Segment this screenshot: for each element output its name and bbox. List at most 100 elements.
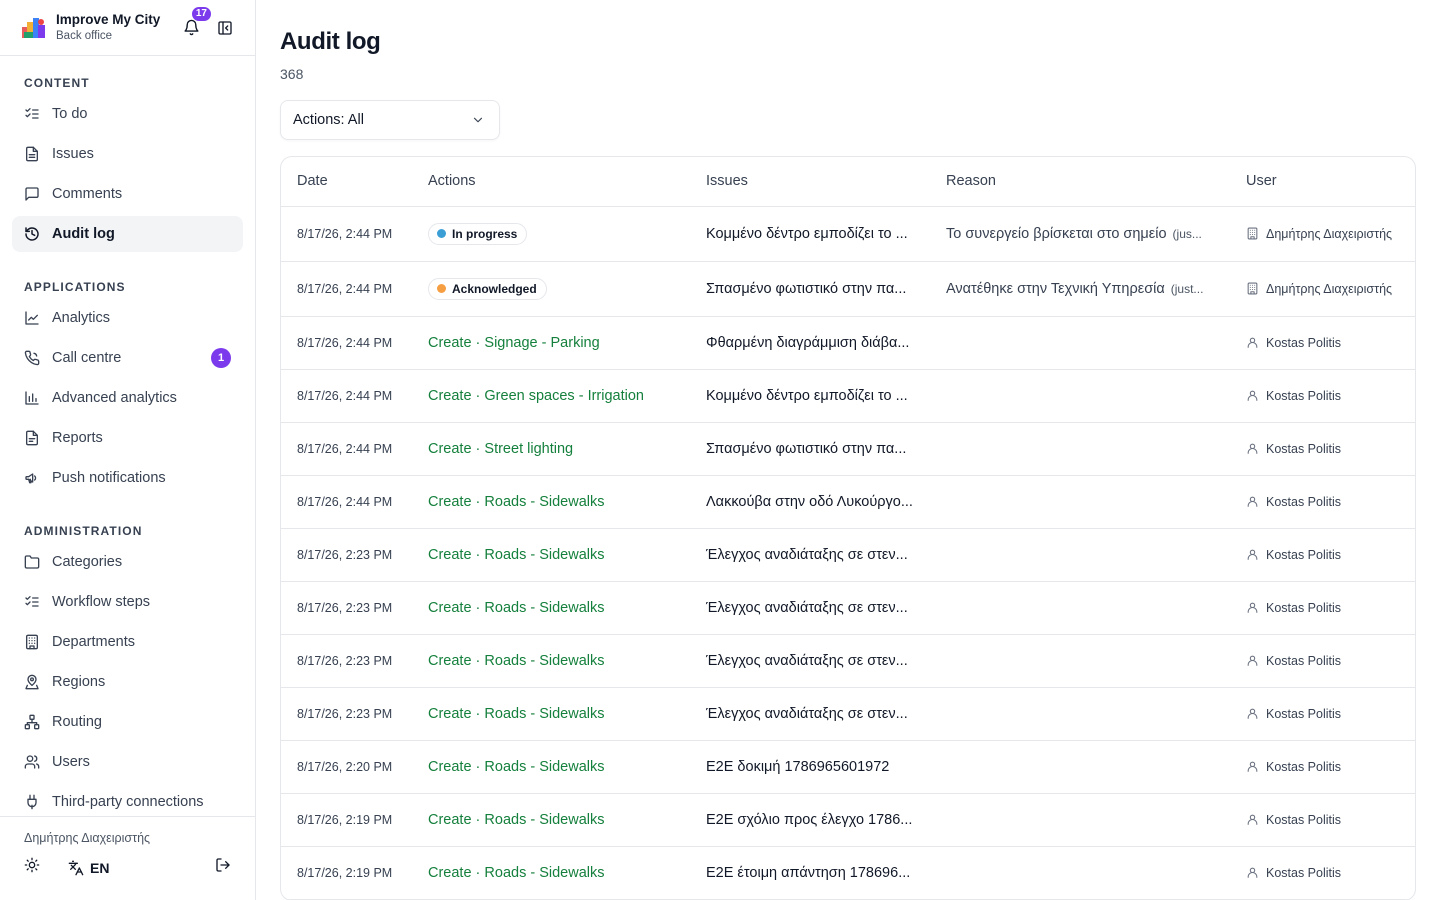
sidebar-item-label: Routing (52, 714, 102, 730)
table-row[interactable]: 8/17/26, 2:23 PM Create · Roads - Sidewal… (281, 528, 1415, 582)
notifications-button[interactable]: 17 (177, 5, 212, 42)
logout-button[interactable] (215, 857, 231, 878)
table-row[interactable]: 8/17/26, 2:44 PM Acknowledged Σπασμένο φ… (281, 261, 1415, 317)
user-name: Kostas Politis (1266, 600, 1342, 615)
row-issue[interactable]: E2E σχόλιο προς έλεγχο 1786... (690, 793, 930, 847)
column-header-user[interactable]: User (1230, 157, 1415, 207)
theme-toggle-button[interactable] (24, 857, 40, 878)
row-action-link[interactable]: Create · Roads - Sidewalks (412, 687, 690, 741)
sidebar-item-label: Advanced analytics (52, 390, 177, 406)
row-action: In progress (412, 206, 690, 262)
table-row[interactable]: 8/17/26, 2:19 PM Create · Roads - Sidewal… (281, 793, 1415, 847)
column-header-actions[interactable]: Actions (412, 157, 690, 207)
row-action-link[interactable]: Create · Roads - Sidewalks (412, 846, 690, 900)
sidebar-item-label: Departments (52, 634, 136, 650)
sidebar-item-categories[interactable]: Categories (12, 544, 243, 580)
row-user: Δημήτρης Διαχειριστής (1230, 261, 1415, 317)
row-issue[interactable]: Σπασμένο φωτιστικό στην πα... (690, 422, 930, 476)
record-count: 368 (280, 66, 304, 82)
person-icon (1247, 549, 1258, 560)
collapse-sidebar-button[interactable] (211, 14, 239, 42)
language-label: EN (90, 859, 110, 876)
person-icon (1247, 602, 1258, 613)
main-content: Audit log 368 Actions: All Date Actions … (256, 0, 1440, 900)
table-row[interactable]: 8/17/26, 2:19 PM Create · Roads - Sidewal… (281, 846, 1415, 900)
bar-chart-icon (24, 390, 40, 406)
table-row[interactable]: 8/17/26, 2:44 PM Create · Street lighting… (281, 422, 1415, 476)
row-issue[interactable]: Σπασμένο φωτιστικό στην πα... (690, 261, 930, 317)
sidebar-item-comments[interactable]: Comments (12, 176, 243, 212)
row-user: Kostas Politis (1230, 687, 1415, 741)
row-issue[interactable]: Λακκούβα στην οδό Λυκούργο... (690, 475, 930, 529)
reason-note: (just... (1170, 281, 1204, 296)
user-name: Kostas Politis (1266, 494, 1342, 509)
row-action-link[interactable]: Create · Roads - Sidewalks (412, 740, 690, 794)
row-issue[interactable]: Κομμένο δέντρο εμποδίζει το ... (690, 206, 930, 262)
section-title-applications: APPLICATIONS (24, 279, 126, 294)
row-user: Δημήτρης Διαχειριστής (1230, 206, 1415, 262)
section-title-content: CONTENT (24, 75, 90, 90)
translate-icon (68, 860, 84, 875)
sidebar-item-third-party-connections[interactable]: Third-party connections (12, 784, 243, 820)
status-badge-acknowledged: Acknowledged (428, 277, 547, 300)
row-issue[interactable]: Κομμένο δέντρο εμποδίζει το ... (690, 369, 930, 423)
row-action-link[interactable]: Create · Roads - Sidewalks (412, 793, 690, 847)
row-action-link[interactable]: Create · Green spaces - Irrigation (412, 369, 690, 423)
page-title: Audit log (280, 28, 381, 55)
table-row[interactable]: 8/17/26, 2:23 PM Create · Roads - Sidewal… (281, 634, 1415, 688)
sidebar-item-workflow-steps[interactable]: Workflow steps (12, 584, 243, 620)
call-centre-count-badge: 1 (211, 348, 231, 368)
language-switcher[interactable]: EN (68, 860, 109, 876)
row-issue[interactable]: Έλεγχος αναδιάταξης σε στεν... (690, 581, 930, 635)
row-issue[interactable]: Έλεγχος αναδιάταξης σε στεν... (690, 528, 930, 582)
column-header-reason[interactable]: Reason (930, 157, 1230, 207)
row-user: Kostas Politis (1230, 422, 1415, 476)
row-issue[interactable]: E2E δοκιμή 1786965601972 (690, 740, 930, 794)
sidebar-item-issues[interactable]: Issues (12, 136, 243, 172)
building-icon (24, 634, 40, 650)
row-action-link[interactable]: Create · Roads - Sidewalks (412, 475, 690, 529)
row-date: 8/17/26, 2:44 PM (281, 261, 412, 317)
table-row[interactable]: 8/17/26, 2:44 PM In progress Κομμένο δέν… (281, 206, 1415, 262)
row-action-link[interactable]: Create · Roads - Sidewalks (412, 634, 690, 688)
sidebar-item-users[interactable]: Users (12, 744, 243, 780)
row-action-link[interactable]: Create · Roads - Sidewalks (412, 581, 690, 635)
table-row[interactable]: 8/17/26, 2:44 PM Create · Green spaces - … (281, 369, 1415, 423)
table-row[interactable]: 8/17/26, 2:23 PM Create · Roads - Sidewal… (281, 581, 1415, 635)
logout-icon (216, 858, 230, 872)
row-issue[interactable]: E2E έτοιμη απάντηση 178696... (690, 846, 930, 900)
row-action-link[interactable]: Create · Roads - Sidewalks (412, 528, 690, 582)
sidebar-item-push-notifications[interactable]: Push notifications (12, 460, 243, 496)
sidebar-item-analytics[interactable]: Analytics (12, 300, 243, 336)
row-issue[interactable]: Φθαρμένη διαγράμμιση διάβα... (690, 316, 930, 370)
column-header-issues[interactable]: Issues (690, 157, 930, 207)
status-dot (437, 284, 446, 293)
list-checks-icon (24, 594, 40, 610)
table-row[interactable]: 8/17/26, 2:23 PM Create · Roads - Sidewal… (281, 687, 1415, 741)
table-row[interactable]: 8/17/26, 2:20 PM Create · Roads - Sidewal… (281, 740, 1415, 794)
sidebar-item-advanced-analytics[interactable]: Advanced analytics (12, 380, 243, 416)
sidebar-item-regions[interactable]: Regions (12, 664, 243, 700)
table-body: 8/17/26, 2:44 PM In progress Κομμένο δέν… (281, 206, 1415, 317)
row-action-link[interactable]: Create · Signage - Parking (412, 316, 690, 370)
plug-icon (24, 794, 40, 810)
sidebar-item-routing[interactable]: Routing (12, 704, 243, 740)
user-name: Kostas Politis (1266, 547, 1342, 562)
row-date: 8/17/26, 2:23 PM (281, 528, 412, 582)
column-header-date[interactable]: Date (281, 157, 412, 207)
row-reason (930, 316, 1230, 370)
row-issue[interactable]: Έλεγχος αναδιάταξης σε στεν... (690, 687, 930, 741)
sidebar-item-audit-log[interactable]: Audit log (12, 216, 243, 252)
actions-filter-dropdown[interactable]: Actions: All (280, 100, 500, 140)
sidebar-item-reports[interactable]: Reports (12, 420, 243, 456)
person-icon (1247, 867, 1258, 878)
sidebar-item-call-centre[interactable]: Call centre 1 (12, 340, 243, 376)
row-action-link[interactable]: Create · Street lighting (412, 422, 690, 476)
table-row[interactable]: 8/17/26, 2:44 PM Create · Roads - Sidewal… (281, 475, 1415, 529)
sidebar-item-departments[interactable]: Departments (12, 624, 243, 660)
create-rows: 8/17/26, 2:44 PM Create · Signage - Parki… (281, 316, 1415, 900)
section-title-administration: ADMINISTRATION (24, 523, 143, 538)
row-issue[interactable]: Έλεγχος αναδιάταξης σε στεν... (690, 634, 930, 688)
table-row[interactable]: 8/17/26, 2:44 PM Create · Signage - Parki… (281, 316, 1415, 370)
sidebar-item-todo[interactable]: To do (12, 96, 243, 132)
